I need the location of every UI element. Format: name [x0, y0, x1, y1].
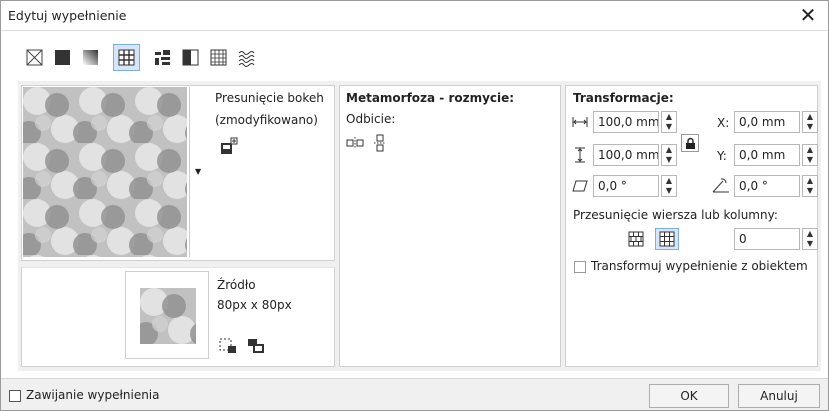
- x-stepper[interactable]: ▲ ▼: [802, 111, 818, 133]
- footer: Zawijanie wypełnienia OK Anuluj: [1, 378, 828, 410]
- skew-icon: [572, 180, 588, 192]
- vector-pattern-icon: [118, 49, 135, 66]
- offset-input[interactable]: 0: [734, 228, 800, 250]
- source-thumbnail-frame: [125, 271, 209, 359]
- pattern-preview[interactable]: [23, 87, 187, 257]
- no-fill-icon[interactable]: [25, 48, 44, 67]
- source-thumbnail: [140, 288, 196, 344]
- source-label: Źródło: [217, 278, 256, 292]
- wrap-fill-checkbox[interactable]: [9, 390, 21, 402]
- x-input[interactable]: 0,0 mm: [734, 111, 800, 133]
- source-size: 80px x 80px: [217, 298, 292, 312]
- column-offset-button[interactable]: [655, 228, 679, 250]
- width-icon: [572, 117, 588, 127]
- height-icon: [575, 147, 585, 163]
- pattern-modified: (zmodyfikowano): [215, 113, 318, 127]
- skew-stepper[interactable]: ▲ ▼: [661, 175, 677, 197]
- vector-pattern-fill-button[interactable]: [113, 44, 140, 71]
- wrap-fill-label: Zawijanie wypełnienia: [26, 388, 160, 402]
- uniform-fill-icon[interactable]: [53, 48, 72, 67]
- two-color-pattern-fill-icon[interactable]: [181, 48, 200, 67]
- rotate-icon: [712, 178, 729, 193]
- mirror-panel: [339, 85, 561, 367]
- chevron-down-icon: ▼: [195, 167, 202, 176]
- title-bar: Edytuj wypełnienie ✕: [1, 1, 828, 31]
- texture-fill-icon[interactable]: [209, 48, 228, 67]
- close-icon[interactable]: ✕: [798, 3, 818, 27]
- y-input[interactable]: 0,0 mm: [734, 144, 800, 166]
- cancel-button[interactable]: Anuluj: [738, 384, 820, 408]
- ok-button[interactable]: OK: [649, 384, 729, 408]
- offset-stepper[interactable]: ▲ ▼: [802, 228, 818, 250]
- dialog-title: Edytuj wypełnienie: [8, 8, 127, 23]
- postscript-fill-icon[interactable]: [237, 48, 256, 67]
- mirror-vertical-icon[interactable]: [373, 134, 387, 152]
- pattern-name: Presunięcie bokeh: [215, 91, 324, 105]
- pattern-dropdown[interactable]: ▼: [189, 87, 206, 257]
- save-pattern-icon[interactable]: [220, 137, 238, 155]
- rotate-input[interactable]: 0,0 °: [734, 175, 800, 197]
- mirror-subtitle: Odbicie:: [346, 112, 396, 126]
- mirror-horizontal-icon[interactable]: [346, 136, 364, 150]
- column-offset-icon: [659, 231, 675, 247]
- height-input[interactable]: 100,0 mm: [593, 144, 659, 166]
- mirror-title: Metamorfoza - rozmycie:: [346, 91, 515, 105]
- width-input[interactable]: 100,0 mm: [593, 111, 659, 133]
- transform-with-object-label: Transformuj wypełnienie z obiektem: [591, 259, 808, 273]
- width-stepper[interactable]: ▲ ▼: [661, 111, 677, 133]
- y-label: Y:: [717, 149, 727, 163]
- transform-title: Transformacje:: [573, 91, 674, 105]
- y-stepper[interactable]: ▲ ▼: [802, 144, 818, 166]
- import-source-icon[interactable]: [247, 338, 265, 354]
- bitmap-pattern-fill-icon[interactable]: [153, 48, 172, 67]
- offset-label: Przesunięcie wiersza lub kolumny:: [573, 208, 778, 222]
- height-stepper[interactable]: ▲ ▼: [661, 144, 677, 166]
- lock-icon: [686, 137, 695, 149]
- row-offset-icon[interactable]: [628, 231, 644, 247]
- x-label: X:: [717, 116, 730, 130]
- edit-fill-dialog: Edytuj wypełnienie ✕ ▼ Presunięcie bokeh…: [0, 0, 829, 411]
- rotate-stepper[interactable]: ▲ ▼: [802, 175, 818, 197]
- lock-ratio-button[interactable]: [681, 134, 699, 152]
- skew-input[interactable]: 0,0 °: [593, 175, 659, 197]
- transform-with-object-checkbox[interactable]: [574, 261, 586, 273]
- select-source-icon[interactable]: [219, 338, 237, 354]
- fountain-fill-icon[interactable]: [81, 48, 100, 67]
